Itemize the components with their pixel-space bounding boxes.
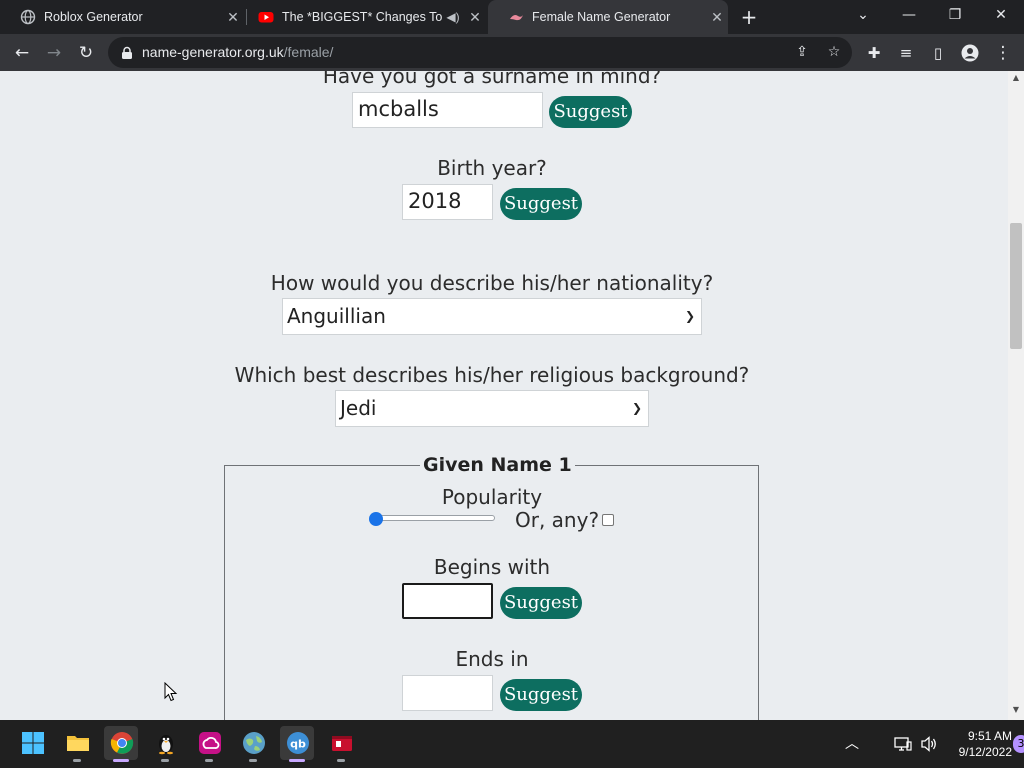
nationality-question: How would you describe his/her nationali… xyxy=(270,271,714,295)
network-icon[interactable] xyxy=(891,720,915,768)
lock-icon xyxy=(120,45,134,59)
media-control-icon[interactable]: ≡ xyxy=(893,40,919,66)
or-any-label: Or, any? xyxy=(515,508,600,532)
creative-cloud-icon xyxy=(199,732,221,754)
religion-question: Which best describes his/her religious b… xyxy=(234,363,750,387)
qbittorrent-icon: qb xyxy=(287,732,309,754)
or-any-checkbox[interactable] xyxy=(602,514,614,526)
surname-input[interactable]: mcballs xyxy=(352,92,543,128)
chrome-taskbar-button[interactable] xyxy=(104,726,138,760)
forward-arrow-icon[interactable]: → xyxy=(41,40,67,66)
linux-app-button[interactable] xyxy=(148,726,182,760)
popularity-label: Popularity xyxy=(441,485,543,509)
tab-roblox-generator[interactable]: Roblox Generator ✕ xyxy=(0,0,244,34)
back-arrow-icon[interactable]: ← xyxy=(9,40,35,66)
url-text: name-generator.org.uk/female/ xyxy=(142,44,333,60)
begins-with-input[interactable] xyxy=(402,583,493,619)
scrollbar-thumb[interactable] xyxy=(1010,223,1022,349)
show-hidden-icons-chevron-icon[interactable]: ︿ xyxy=(840,720,864,768)
clock-date: 9/12/2022 xyxy=(958,745,1012,759)
globe-icon xyxy=(20,9,36,25)
tab-search-chevron-icon[interactable]: ⌄ xyxy=(840,0,886,34)
youtube-icon xyxy=(258,9,274,25)
clock-time: 9:51 AM xyxy=(967,729,1012,743)
windows-logo-icon xyxy=(22,732,44,754)
running-indicator xyxy=(205,759,213,762)
minimize-button[interactable]: — xyxy=(886,0,932,34)
mouse-cursor-icon xyxy=(164,682,178,702)
active-indicator xyxy=(289,759,305,762)
side-panel-icon[interactable]: ▯ xyxy=(925,40,951,66)
birth-year-suggest-button[interactable]: Suggest xyxy=(500,188,582,220)
ends-in-suggest-button[interactable]: Suggest xyxy=(500,679,582,711)
scroll-down-arrow-icon[interactable]: ▼ xyxy=(1008,705,1024,714)
running-indicator xyxy=(249,759,257,762)
chrome-icon xyxy=(110,732,134,754)
globe-app-icon xyxy=(243,732,265,754)
reload-icon[interactable]: ↻ xyxy=(73,40,99,66)
folder-icon xyxy=(67,736,89,751)
bookmark-star-icon[interactable]: ☆ xyxy=(824,42,844,62)
penguin-icon xyxy=(159,735,173,755)
ends-in-label: Ends in xyxy=(455,647,529,671)
religion-selected-value: Jedi xyxy=(340,396,377,420)
url-path: /female/ xyxy=(283,44,334,60)
running-indicator xyxy=(161,759,169,762)
red-app-button[interactable] xyxy=(324,726,358,760)
begins-with-suggest-button[interactable]: Suggest xyxy=(500,587,582,619)
qbittorrent-button[interactable]: qb xyxy=(280,726,314,760)
creative-cloud-button[interactable] xyxy=(192,726,226,760)
tab-label: Female Name Generator xyxy=(532,10,671,24)
religion-select[interactable]: Jedi ❯ xyxy=(335,390,649,427)
browser-toolbar: ← → ↻ name-generator.org.uk/female/ ⇪ ☆ … xyxy=(0,34,1024,71)
popularity-slider-track[interactable] xyxy=(375,515,495,521)
site-favicon xyxy=(508,9,524,25)
running-indicator xyxy=(73,759,81,762)
red-app-icon xyxy=(332,736,352,751)
tab-female-name-generator[interactable]: Female Name Generator ✕ xyxy=(488,0,728,34)
new-tab-button[interactable]: + xyxy=(738,4,760,30)
tab-label: The *BIGGEST* Changes To N xyxy=(282,10,442,24)
surname-question: Have you got a surname in mind? xyxy=(322,71,662,88)
popularity-slider-thumb[interactable] xyxy=(369,512,383,526)
running-indicator xyxy=(337,759,345,762)
notification-badge[interactable]: 3 xyxy=(1013,735,1024,753)
page-content: Have you got a surname in mind? mcballs … xyxy=(0,71,1008,720)
file-explorer-button[interactable] xyxy=(60,726,94,760)
nationality-select[interactable]: Anguillian ❯ xyxy=(282,298,702,335)
scroll-up-arrow-icon[interactable]: ▲ xyxy=(1008,73,1024,82)
nationality-selected-value: Anguillian xyxy=(287,304,386,328)
address-bar[interactable]: name-generator.org.uk/female/ ⇪ ☆ xyxy=(108,37,852,68)
speaker-icon[interactable]: ◀) xyxy=(442,10,464,24)
volume-icon[interactable] xyxy=(917,720,941,768)
given-name-legend: Given Name 1 xyxy=(420,454,575,476)
tab-close-icon[interactable]: ✕ xyxy=(706,9,728,26)
svg-text:qb: qb xyxy=(290,738,306,751)
tab-youtube-video[interactable]: The *BIGGEST* Changes To N ◀) ✕ xyxy=(238,0,486,34)
restore-button[interactable]: ❐ xyxy=(932,0,978,34)
tab-label: Roblox Generator xyxy=(44,10,143,24)
start-button[interactable] xyxy=(15,726,49,760)
extensions-puzzle-icon[interactable]: ✚ xyxy=(861,40,887,66)
birth-year-question: Birth year? xyxy=(437,156,547,180)
chevron-down-icon: ❯ xyxy=(631,401,642,415)
begins-with-label: Begins with xyxy=(433,555,551,579)
windows-taskbar: qb ︿ 9:51 AM 9/12/2022 xyxy=(0,720,1024,768)
tab-close-icon[interactable]: ✕ xyxy=(464,9,486,26)
share-icon[interactable]: ⇪ xyxy=(792,42,812,62)
profile-avatar-icon[interactable] xyxy=(957,40,983,66)
globe-app-button[interactable] xyxy=(236,726,270,760)
surname-suggest-button[interactable]: Suggest xyxy=(549,96,632,128)
ends-in-input[interactable] xyxy=(402,675,493,711)
system-clock[interactable]: 9:51 AM 9/12/2022 xyxy=(940,728,1012,760)
chevron-down-icon: ❯ xyxy=(684,309,695,323)
active-indicator xyxy=(113,759,129,762)
tab-strip: Roblox Generator ✕ The *BIGGEST* Changes… xyxy=(0,0,1024,34)
url-host: name-generator.org.uk xyxy=(142,44,284,60)
more-menu-icon[interactable]: ⋮ xyxy=(990,40,1016,66)
close-window-button[interactable]: ✕ xyxy=(978,0,1024,34)
birth-year-input[interactable]: 2018 xyxy=(402,184,493,220)
page-scrollbar[interactable]: ▲ ▼ xyxy=(1008,71,1024,720)
